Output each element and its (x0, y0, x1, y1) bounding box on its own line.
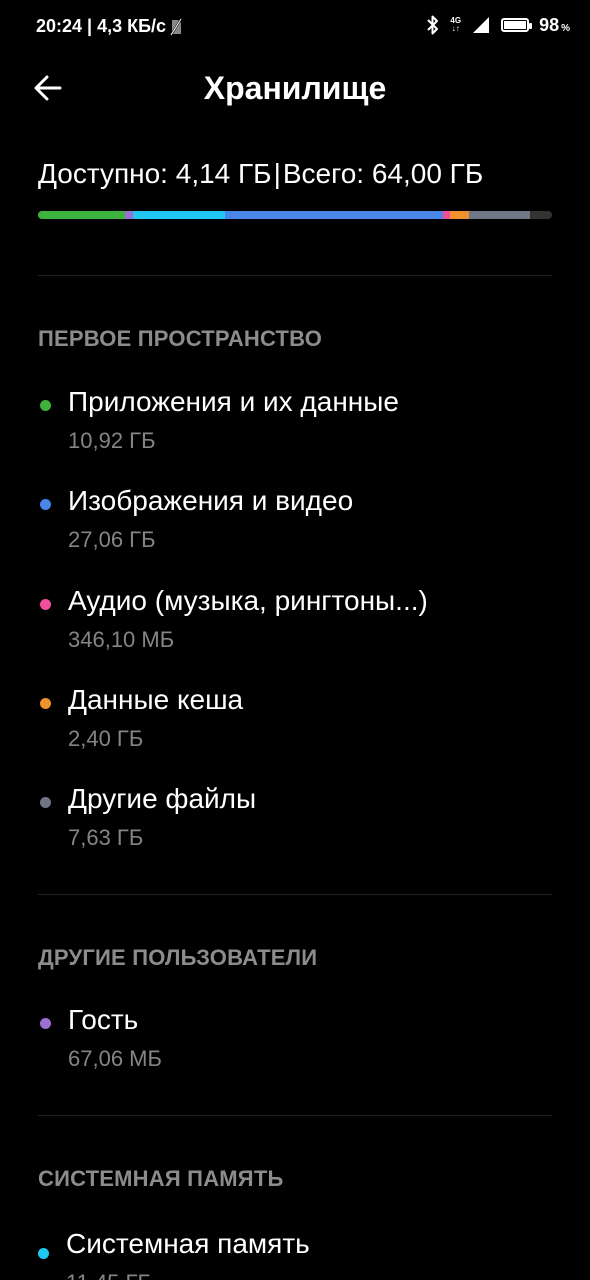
item-size: 67,06 МБ (68, 1046, 162, 1071)
item-size: 346,10 МБ (68, 627, 175, 652)
battery-value: 98 (539, 14, 560, 35)
usage-segment-apps (38, 211, 126, 219)
item-size: 11,45 ГБ (66, 1270, 152, 1280)
item-label: Системная память (66, 1228, 310, 1259)
section-title-primary: ПЕРВОЕ ПРОСТРАНСТВО (38, 326, 323, 351)
item-label: Другие файлы (68, 783, 257, 814)
divider (38, 894, 552, 895)
total-space: Всего: 64,00 ГБ (282, 158, 484, 189)
section-title-system: СИСТЕМНАЯ ПАМЯТЬ (38, 1166, 284, 1191)
signal-icon (473, 17, 490, 33)
status-bar: 20:24 | 4,3 КБ/с 4G ↓↑ 98 % (0, 0, 590, 56)
bluetooth-icon (427, 15, 439, 35)
item-size: 10,92 ГБ (68, 428, 156, 453)
category-dot (40, 400, 51, 411)
usage-segment-images (225, 211, 443, 219)
usage-segment-audio (442, 211, 451, 219)
category-dot (40, 499, 51, 510)
summary-divider: | (273, 158, 281, 189)
storage-screen: 20:24 | 4,3 КБ/с 4G ↓↑ 98 % Хранилище До… (0, 0, 590, 1280)
available-space: Доступно: 4,14 ГБ (38, 158, 272, 189)
divider (38, 1115, 552, 1116)
usage-segment-system (133, 211, 226, 219)
item-label: Аудио (музыка, рингтоны...) (68, 585, 428, 616)
storage-usage-bar (38, 211, 552, 219)
usage-segment-cache (450, 211, 470, 219)
usage-segment-guest (125, 211, 134, 219)
usage-segment-other (469, 211, 531, 219)
item-size: 27,06 ГБ (68, 527, 156, 552)
item-size: 7,63 ГБ (68, 825, 144, 850)
no-sim-icon (170, 17, 182, 36)
status-right: 4G ↓↑ 98% (426, 14, 570, 36)
divider (38, 275, 552, 276)
network-arrows: ↓↑ (451, 24, 460, 33)
section-title-other-users: ДРУГИЕ ПОЛЬЗОВАТЕЛИ (38, 945, 318, 970)
item-label: Приложения и их данные (68, 386, 399, 417)
item-label: Изображения и видео (68, 485, 354, 516)
status-left: 20:24 | 4,3 КБ/с (36, 16, 182, 37)
item-label: Гость (68, 1004, 139, 1035)
network-4g-icon: 4G ↓↑ (450, 17, 461, 33)
battery-percent-sign: % (561, 22, 570, 34)
item-size: 2,40 ГБ (68, 726, 144, 751)
battery-fill (504, 21, 526, 29)
category-dot (38, 1248, 49, 1259)
storage-summary: Доступно: 4,14 ГБ | Всего: 64,00 ГБ (38, 158, 483, 190)
status-separator: | (87, 16, 93, 36)
item-label: Данные кеша (68, 684, 244, 715)
status-time: 20:24 (36, 16, 83, 36)
battery-icon (501, 18, 533, 32)
page-title: Хранилище (203, 70, 387, 106)
battery-percent: 98% (539, 15, 570, 36)
category-dot (40, 599, 51, 610)
category-dot (40, 797, 51, 808)
category-dot (40, 1018, 51, 1029)
category-dot (40, 698, 51, 709)
status-speed: 4,3 КБ/с (97, 16, 167, 36)
